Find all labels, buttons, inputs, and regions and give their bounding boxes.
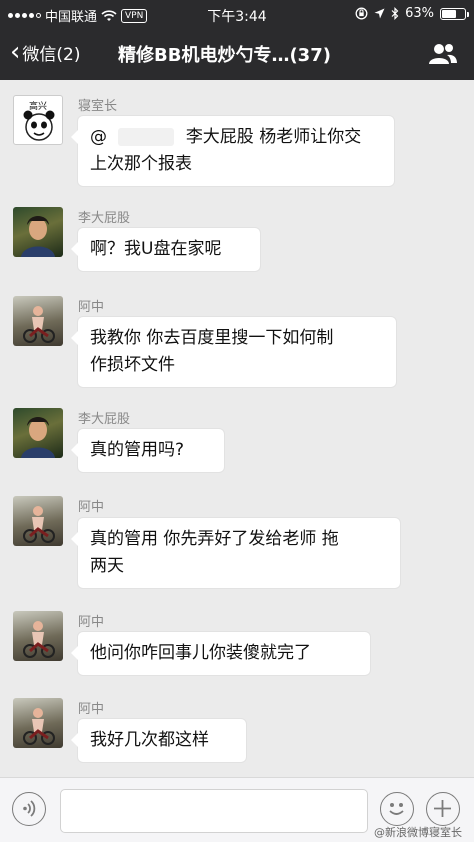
chat-input-bar: @新浪微博寝室长 <box>0 777 474 842</box>
rider-photo-icon <box>23 708 55 745</box>
sender-name: 李大屁股 <box>78 211 131 226</box>
chevron-left-icon: ‹ <box>10 36 21 67</box>
message-bubble[interactable]: 我好几次都这样 <box>71 718 247 763</box>
message-line: 我好几次都这样 <box>90 730 209 750</box>
sender-name: 阿中 <box>78 300 105 315</box>
voice-button[interactable] <box>12 792 46 826</box>
message-bubble[interactable]: 他问你咋回事儿你装傻就完了 <box>71 631 371 676</box>
avatar[interactable] <box>13 496 63 546</box>
bluetooth-icon <box>391 7 399 20</box>
avatar[interactable] <box>13 408 63 458</box>
rotation-lock-icon <box>355 7 368 20</box>
group-members-button[interactable] <box>428 42 458 66</box>
sender-name: 李大屁股 <box>78 412 131 427</box>
person-photo-icon <box>21 216 55 257</box>
message-line: 我教你 你去百度里搜一下如何制 <box>90 328 334 348</box>
meme-caption: 高兴 <box>29 102 48 112</box>
voice-icon <box>23 800 36 817</box>
message-line: 真的管用 你先弄好了发给老师 拖 <box>90 529 339 549</box>
battery-icon <box>440 7 469 20</box>
avatar[interactable] <box>13 207 63 257</box>
message-bubble[interactable]: 啊？我U盘在家呢 <box>71 227 261 272</box>
mention-prefix: @ <box>90 127 107 147</box>
status-bar: 中国联通 VPN 下午3:44 63% <box>0 0 474 28</box>
avatar[interactable]: 高兴 <box>13 95 63 145</box>
battery-fill <box>442 9 456 18</box>
rider-photo-icon <box>23 306 55 343</box>
group-members-icon <box>429 44 457 64</box>
message-text: 李大屁股 杨老师让你交 <box>185 127 362 147</box>
message-line: 他问你咋回事儿你装傻就完了 <box>90 643 311 663</box>
message-bubble[interactable]: 真的管用吗? <box>71 428 225 473</box>
plus-icon <box>434 800 451 817</box>
sender-name: 阿中 <box>78 615 105 630</box>
more-options-button[interactable] <box>426 792 460 826</box>
sender-name: 阿中 <box>78 500 105 515</box>
chat-title: 精修BB机电炒勺专…(37) <box>118 45 331 66</box>
chat-nav-bar: ‹ 微信(2) 精修BB机电炒勺专…(37) <box>0 28 474 80</box>
location-arrow-icon <box>374 8 385 19</box>
message-line: 作损坏文件 <box>90 355 175 375</box>
status-right: 63% <box>355 6 469 21</box>
watermark: @新浪微博寝室长 <box>374 826 462 839</box>
rider-photo-icon <box>23 621 55 658</box>
avatar[interactable] <box>13 611 63 661</box>
person-photo-icon <box>21 417 55 458</box>
back-button[interactable]: ‹ 微信(2) <box>10 36 81 67</box>
avatar[interactable] <box>13 296 63 346</box>
emoji-button[interactable] <box>380 792 414 826</box>
message-bubble[interactable]: 我教你 你去百度里搜一下如何制 作损坏文件 <box>71 316 397 388</box>
message-line: 啊？我U盘在家呢 <box>90 239 222 259</box>
message-line: @ 李大屁股 杨老师让你交 <box>90 124 382 151</box>
battery-percent: 63% <box>405 6 434 21</box>
back-label: 微信(2) <box>22 45 81 65</box>
avatar[interactable] <box>13 698 63 748</box>
sender-name: 寝室长 <box>78 99 118 114</box>
mention-redacted <box>118 128 175 146</box>
message-line: 上次那个报表 <box>90 154 192 174</box>
rider-photo-icon <box>23 506 55 543</box>
message-bubble[interactable]: @ 李大屁股 杨老师让你交 上次那个报表 <box>71 115 395 187</box>
message-line: 两天 <box>90 556 124 576</box>
message-list[interactable]: 高兴 寝室长 @ 李大屁股 杨老师让你交 上次那个报表 李大屁股 啊？我U盘在家… <box>0 80 474 777</box>
message-input[interactable] <box>60 789 368 833</box>
emoji-icon <box>389 803 404 815</box>
app-header: 中国联通 VPN 下午3:44 63% ‹ 微信(2) 精修BB机电炒勺专…(3… <box>0 0 474 80</box>
message-bubble[interactable]: 真的管用 你先弄好了发给老师 拖 两天 <box>71 517 401 589</box>
sender-name: 阿中 <box>78 702 105 717</box>
message-line: 真的管用吗? <box>90 440 185 460</box>
